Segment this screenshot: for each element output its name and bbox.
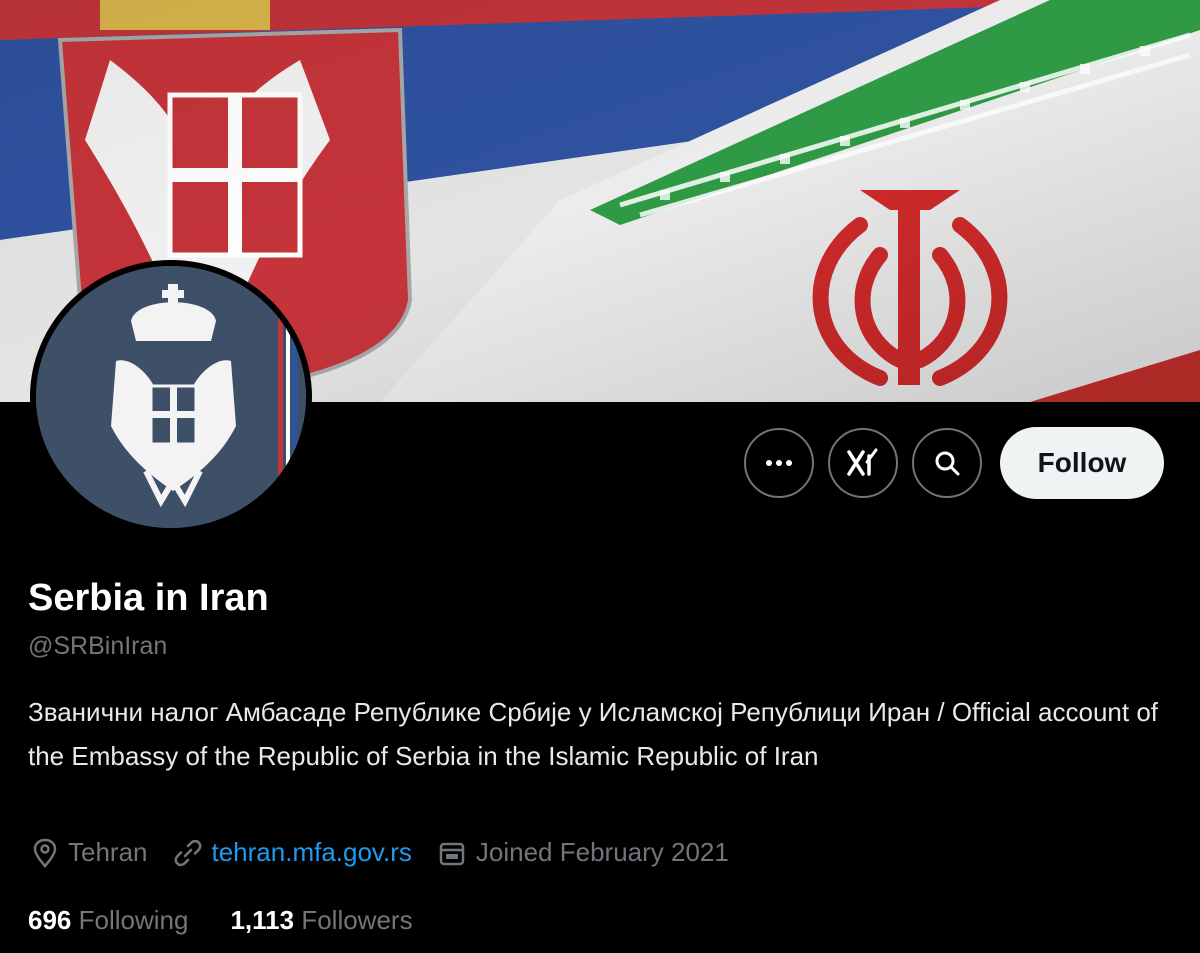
profile-handle: @SRBinIran xyxy=(28,632,168,660)
more-button[interactable] xyxy=(744,428,814,498)
following-label: Following xyxy=(78,905,189,935)
serbian-coat-of-arms-icon xyxy=(36,266,306,528)
grok-icon xyxy=(847,448,878,476)
followers-label: Followers xyxy=(301,905,413,935)
location-text: Tehran xyxy=(68,837,148,867)
profile-name: Serbia in Iran xyxy=(28,577,269,619)
grok-button[interactable] xyxy=(828,428,898,498)
more-icon xyxy=(766,460,792,466)
location-pin-icon xyxy=(33,838,57,868)
website-link[interactable]: tehran.mfa.gov.rs xyxy=(212,837,412,868)
profile-bio: Званични налог Амбасаде Републике Србије… xyxy=(28,697,1159,771)
avatar[interactable] xyxy=(30,260,312,534)
joined-item: Joined February 2021 xyxy=(438,837,729,868)
follow-button[interactable]: Follow xyxy=(1000,427,1164,499)
profile-meta: Tehran tehran.mfa.gov.rs Joined February… xyxy=(32,837,755,868)
search-icon xyxy=(935,451,960,476)
profile-actions: Follow xyxy=(744,427,1164,499)
location-item: Tehran xyxy=(32,837,148,868)
followers-count: 1,113 xyxy=(230,905,295,935)
followers-stat[interactable]: 1,113 Followers xyxy=(230,905,412,936)
profile-stats: 696 Following 1,113 Followers xyxy=(28,905,455,936)
link-icon xyxy=(174,839,201,866)
website-item: tehran.mfa.gov.rs xyxy=(174,837,412,868)
following-count: 696 xyxy=(28,905,72,935)
calendar-icon xyxy=(439,842,465,865)
following-stat[interactable]: 696 Following xyxy=(28,905,188,936)
joined-text: Joined February 2021 xyxy=(475,837,729,867)
search-button[interactable] xyxy=(912,428,982,498)
avatar-image xyxy=(36,266,306,528)
